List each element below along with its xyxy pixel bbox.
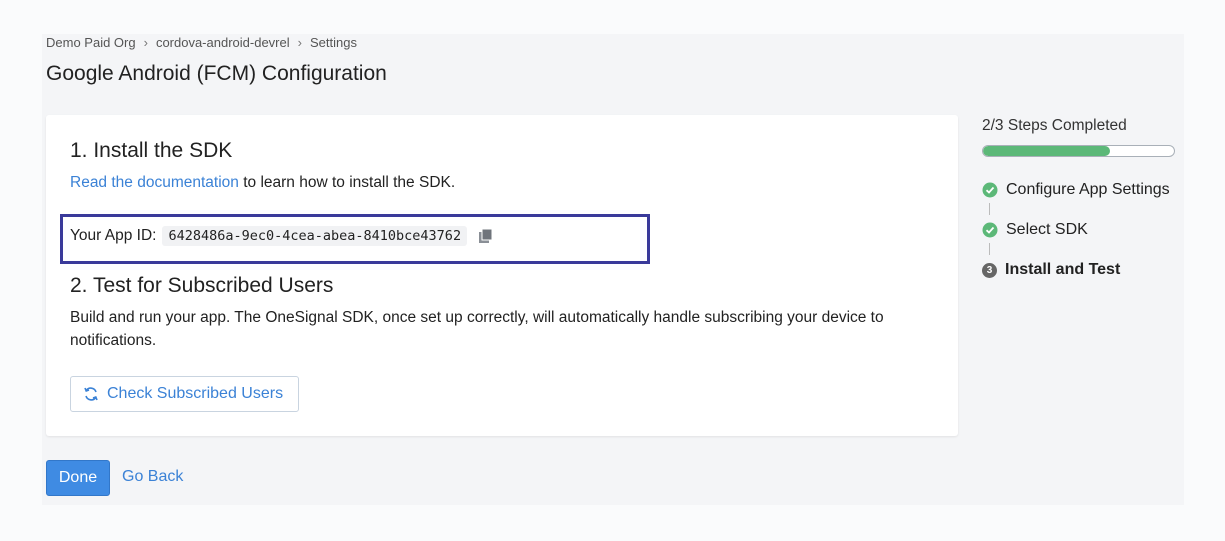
step-label: Configure App Settings xyxy=(1006,181,1170,198)
steps-progress-bar xyxy=(982,145,1175,157)
step-connector xyxy=(989,243,990,255)
go-back-link[interactable]: Go Back xyxy=(122,468,183,486)
breadcrumb-app[interactable]: cordova-android-devrel xyxy=(156,35,290,50)
steps-summary: 2/3 Steps Completed xyxy=(982,117,1127,134)
app-id-row: Your App ID: 6428486a-9ec0-4cea-abea-841… xyxy=(70,226,495,246)
page-title: Google Android (FCM) Configuration xyxy=(46,62,387,85)
step-number-badge: 3 xyxy=(982,262,997,278)
step-connector xyxy=(989,203,990,215)
documentation-link[interactable]: Read the documentation xyxy=(70,174,239,191)
step-label: Select SDK xyxy=(1006,221,1088,238)
test-description: Build and run your app. The OneSignal SD… xyxy=(70,309,884,349)
breadcrumb-separator: › xyxy=(143,35,148,50)
check-subscribed-users-label: Check Subscribed Users xyxy=(107,385,284,402)
step-label: Install and Test xyxy=(1005,261,1121,278)
check-circle-icon xyxy=(982,182,998,198)
install-instructions: Read the documentation to learn how to i… xyxy=(70,171,455,194)
step-select-sdk[interactable]: Select SDK xyxy=(982,221,1088,239)
done-button[interactable]: Done xyxy=(46,460,110,496)
section-test-heading: 2. Test for Subscribed Users xyxy=(70,274,334,297)
app-id-value[interactable]: 6428486a-9ec0-4cea-abea-8410bce43762 xyxy=(162,226,468,246)
breadcrumb-org[interactable]: Demo Paid Org xyxy=(46,35,136,50)
step-install-and-test[interactable]: 3 Install and Test xyxy=(982,261,1120,279)
section-install-heading: 1. Install the SDK xyxy=(70,139,233,162)
done-label: Done xyxy=(58,469,98,486)
steps-progress-fill xyxy=(983,146,1111,156)
check-subscribed-users-button[interactable]: Check Subscribed Users xyxy=(70,376,299,412)
breadcrumb-separator: › xyxy=(297,35,302,50)
step-configure-app-settings[interactable]: Configure App Settings xyxy=(982,181,1170,199)
breadcrumb: Demo Paid Org › cordova-android-devrel ›… xyxy=(46,35,357,50)
refresh-icon xyxy=(84,387,98,401)
copy-icon[interactable] xyxy=(477,227,495,245)
check-circle-icon xyxy=(982,222,998,238)
app-id-label: Your App ID: xyxy=(70,227,157,244)
install-instructions-text: to learn how to install the SDK. xyxy=(238,174,456,191)
breadcrumb-settings[interactable]: Settings xyxy=(310,35,357,50)
